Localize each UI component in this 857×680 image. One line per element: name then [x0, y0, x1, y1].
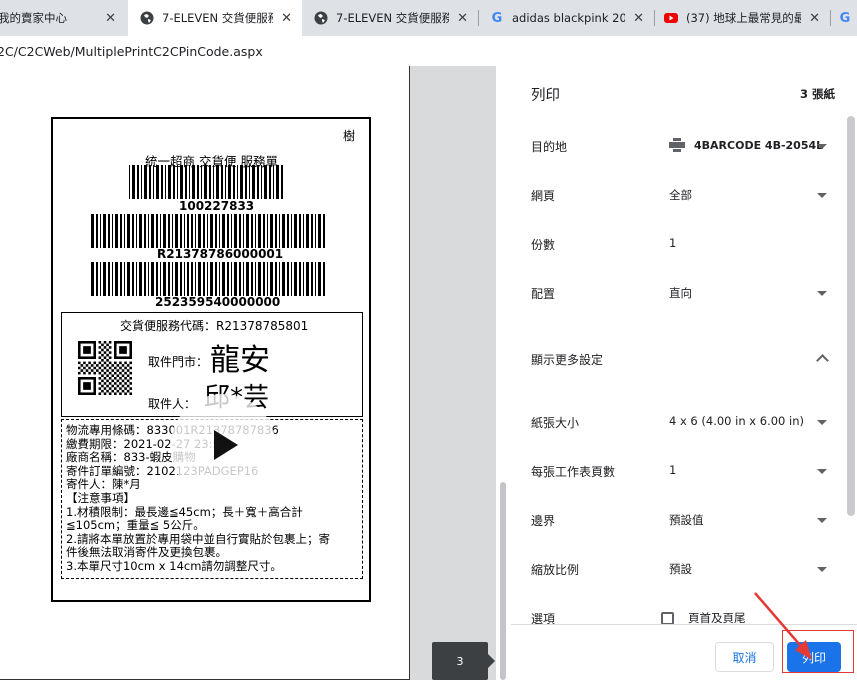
- barcode-2: [91, 214, 327, 248]
- paper-size-row[interactable]: 紙張大小 4 x 6 (4.00 in x 6.00 in): [511, 408, 857, 438]
- label-corner-mark: 樹: [342, 129, 355, 143]
- margins-value: 預設值: [669, 513, 704, 527]
- preview-scrollbar[interactable]: [500, 482, 506, 680]
- preview-page: 樹 統一超商 交貨便 服務單 100227833 R21378786000001…: [0, 66, 410, 680]
- url-text[interactable]: 2C/C2CWeb/MultiplePrintC2CPinCode.aspx: [0, 44, 263, 59]
- tab-seller-center[interactable]: 我的賣家中心 ✕: [0, 0, 126, 36]
- tab-title: 我的賣家中心: [0, 11, 67, 25]
- play-icon[interactable]: [170, 394, 276, 500]
- paper-size-label: 紙張大小: [531, 416, 580, 430]
- panel-scrollbar[interactable]: [847, 116, 855, 516]
- tab-strip: 我的賣家中心 ✕ 7-ELEVEN 交貨便服務單 ✕ 7-ELEVEN 交貨便服…: [0, 0, 857, 36]
- sheet-count: 3 張紙: [799, 87, 835, 101]
- globe-icon: [140, 11, 154, 25]
- chevron-down-icon[interactable]: [817, 144, 827, 149]
- barcode-3: [91, 262, 327, 296]
- shipping-label: 樹 統一超商 交貨便 服務單 100227833 R21378786000001…: [51, 117, 371, 602]
- destination-label: 目的地: [531, 140, 568, 154]
- printer-icon: [669, 138, 685, 152]
- paper-size-value: 4 x 6 (4.00 in x 6.00 in): [669, 414, 804, 428]
- tab-title: 7-ELEVEN 交貨便服務單: [162, 11, 273, 25]
- pages-per-sheet-value: 1: [669, 463, 677, 477]
- note-line: 3.本單尺寸10cm x 14cm請勿調整尺寸。: [66, 558, 282, 573]
- youtube-icon: [664, 11, 678, 25]
- pages-per-sheet-row[interactable]: 每張工作表頁數 1: [511, 457, 857, 487]
- note-line: 1.材積限制：最長邊≦45cm；長＋寬＋高合計: [66, 504, 303, 519]
- pages-value: 全部: [669, 188, 692, 202]
- barcode-3-number: 252359540000000: [155, 295, 281, 309]
- chevron-up-icon[interactable]: [816, 354, 829, 367]
- tab-title: 7-ELEVEN 交貨便服務單: [336, 11, 450, 25]
- close-icon[interactable]: ✕: [281, 11, 292, 26]
- globe-icon: [314, 11, 328, 25]
- cancel-button[interactable]: 取消: [715, 642, 774, 672]
- print-settings-panel: 列印 3 張紙 目的地 4BARCODE 4B-2054L 網頁 全部 份數 1…: [511, 66, 857, 680]
- layout-value: 直向: [669, 286, 692, 300]
- scale-label: 縮放比例: [531, 563, 580, 577]
- chevron-down-icon[interactable]: [817, 567, 827, 572]
- page-number-badge: 3: [432, 642, 495, 680]
- tab-separator: [830, 10, 831, 26]
- margins-label: 邊界: [531, 514, 556, 528]
- tab-google-partial[interactable]: G: [834, 0, 857, 36]
- address-bar[interactable]: 2C/C2CWeb/MultiplePrintC2CPinCode.aspx: [0, 36, 857, 66]
- scale-value: 預設: [669, 562, 692, 576]
- tab-title: (37) 地球上最常見的最神秘: [686, 11, 802, 25]
- tab-adidas[interactable]: G adidas blackpink 2021 ✕: [478, 0, 654, 36]
- tab-7eleven[interactable]: 7-ELEVEN 交貨便服務單 ✕: [302, 0, 478, 36]
- chevron-down-icon[interactable]: [817, 193, 827, 198]
- layout-label: 配置: [531, 287, 556, 301]
- destination-row[interactable]: 目的地 4BARCODE 4B-2054L: [511, 132, 857, 162]
- barcode-1-number: 100227833: [179, 199, 255, 213]
- pages-per-sheet-label: 每張工作表頁數: [531, 465, 616, 479]
- copies-value[interactable]: 1: [669, 236, 676, 250]
- close-icon[interactable]: ✕: [633, 11, 644, 26]
- pages-label: 網頁: [531, 189, 556, 203]
- panel-title: 列印: [531, 88, 560, 104]
- google-icon: G: [491, 10, 503, 26]
- chevron-down-icon[interactable]: [817, 291, 827, 296]
- close-icon[interactable]: ✕: [457, 11, 468, 26]
- pages-row[interactable]: 網頁 全部: [511, 181, 857, 211]
- header-footer-checkbox[interactable]: [661, 611, 674, 625]
- note-line: ≦105cm；重量≦ 5公斤。: [66, 518, 205, 533]
- note-line: 2.請將本單放置於專用袋中並自行實貼於包裹上；寄: [66, 531, 330, 546]
- service-code: 交貨便服務代碼：R21378785801: [120, 319, 309, 333]
- pickup-store-label: 取件門市：: [148, 355, 209, 369]
- layout-row[interactable]: 配置 直向: [511, 279, 857, 309]
- qr-code: [78, 341, 132, 395]
- close-icon[interactable]: ✕: [809, 11, 820, 26]
- tab-7eleven-active[interactable]: 7-ELEVEN 交貨便服務單 ✕: [128, 0, 302, 36]
- destination-value: 4BARCODE 4B-2054L: [694, 138, 824, 152]
- note-line: 件後無法取消寄件及更換包裹。: [66, 545, 227, 560]
- chevron-down-icon[interactable]: [817, 420, 827, 425]
- barcode-2-number: R21378786000001: [157, 247, 284, 261]
- highlight-box: [782, 630, 854, 673]
- google-icon: G: [839, 10, 851, 26]
- print-preview: 樹 統一超商 交貨便 服務單 100227833 R21378786000001…: [0, 66, 496, 680]
- pickup-store-name: 龍安: [210, 343, 270, 378]
- copies-label: 份數: [531, 238, 556, 252]
- scale-row[interactable]: 縮放比例 預設: [511, 555, 857, 585]
- tab-youtube[interactable]: (37) 地球上最常見的最神秘 ✕: [654, 0, 830, 36]
- more-settings-toggle[interactable]: 顯示更多設定: [511, 345, 857, 375]
- barcode-1: [129, 165, 287, 199]
- margins-row[interactable]: 邊界 預設值: [511, 506, 857, 536]
- copies-row[interactable]: 份數 1: [511, 230, 857, 260]
- close-icon[interactable]: ✕: [105, 11, 116, 26]
- chevron-down-icon[interactable]: [817, 469, 827, 474]
- tab-title: adidas blackpink 2021: [512, 11, 626, 25]
- chevron-down-icon[interactable]: [817, 518, 827, 523]
- more-settings-label: 顯示更多設定: [531, 353, 604, 367]
- destination-value-wrap: 4BARCODE 4B-2054L: [669, 138, 823, 152]
